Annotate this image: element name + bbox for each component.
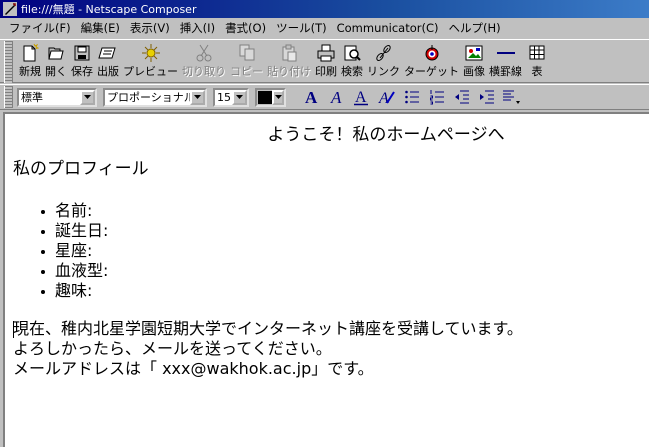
svg-text:A: A [355,89,367,106]
composer-app-icon[interactable] [3,2,17,16]
alignment-button[interactable] [500,86,524,108]
align-left-icon [503,90,520,104]
formatting-toolbar: 標準 プロポーショナル 15 A A A A [0,84,649,110]
clear-styles-icon: A [378,90,395,106]
horizontal-rule-button[interactable]: 横罫線 [487,40,524,82]
menu-insert[interactable]: 挿入(I) [175,19,220,37]
toolbar-grip[interactable] [4,41,13,83]
publish-icon [98,43,118,63]
preview-button[interactable]: プレビュー [121,40,180,82]
bullet-list-button[interactable] [400,86,424,108]
new-button[interactable]: 新規 [17,40,43,82]
menu-bar: ファイル(F) 編集(E) 表示(V) 挿入(I) 書式(O) ツール(T) C… [0,18,649,38]
find-button[interactable]: 検索 [339,40,365,82]
paragraph-line[interactable]: 現在、稚内北星学園短期大学でインターネット講座を受講しています。 [13,319,523,339]
menu-edit[interactable]: 編集(E) [76,19,125,37]
publish-button[interactable]: 出版 [95,40,121,82]
menu-communicator[interactable]: Communicator(C) [332,19,444,37]
table-icon [527,43,547,63]
bold-button[interactable]: A [300,86,324,108]
list-item[interactable]: 名前: [41,201,108,221]
paste-icon [279,43,299,63]
font-size-select[interactable]: 15 [213,87,249,107]
list-item[interactable]: 星座: [41,241,108,261]
cut-button[interactable]: 切り取り [180,40,228,82]
horizontal-rule-icon [496,43,516,63]
svg-text:A: A [330,88,342,106]
open-icon [46,43,66,63]
link-button[interactable]: リンク [365,40,402,82]
title-bar[interactable]: file:///無題 - Netscape Composer [0,0,649,18]
save-button[interactable]: 保存 [69,40,95,82]
text-color-picker[interactable] [255,87,286,107]
copy-button[interactable]: コピー [228,40,265,82]
outdent-icon [455,90,469,104]
image-icon [464,43,484,63]
save-icon [72,43,92,63]
bold-icon: A [305,88,318,106]
font-select[interactable]: プロポーショナル [103,87,207,107]
preview-icon [141,43,161,63]
profile-list[interactable]: 名前: 誕生日: 星座: 血液型: 趣味: [41,201,108,301]
text-caret [13,321,14,338]
target-button[interactable]: ターゲット [402,40,461,82]
copy-icon [237,43,257,63]
clear-styles-button[interactable]: A [375,86,399,108]
list-item[interactable]: 誕生日: [41,221,108,241]
decrease-indent-button[interactable] [450,86,474,108]
paragraph-style-select[interactable]: 標準 [17,87,97,107]
find-icon [342,43,362,63]
menu-help[interactable]: ヘルプ(H) [443,19,505,37]
menu-file[interactable]: ファイル(F) [4,19,76,37]
text-color-swatch [258,90,272,104]
link-icon [374,43,394,63]
paragraph-line[interactable]: よろしかったら、メールを送ってください。 [13,339,523,359]
welcome-heading[interactable]: ようこそ！私のホームページへ [5,120,649,145]
image-button[interactable]: 画像 [461,40,487,82]
target-icon [422,43,442,63]
window-title: file:///無題 - Netscape Composer [21,3,197,16]
bullet-list-icon [405,90,419,104]
chevron-down-icon[interactable] [190,89,205,105]
menu-tools[interactable]: ツール(T) [271,19,332,37]
chevron-down-icon[interactable] [80,89,95,105]
chevron-down-icon[interactable] [232,89,247,105]
print-button[interactable]: 印刷 [313,40,339,82]
editor-canvas[interactable]: ようこそ！私のホームページへ 私のプロフィール 名前: 誕生日: 星座: 血液型… [3,112,649,447]
composition-toolbar: 新規 開く 保存 出版 プレビュー 切り取り コピー 貼り付け 印刷 検索 リン… [0,39,649,83]
table-button[interactable]: 表 [524,40,550,82]
paragraph-style-value: 標準 [21,91,43,104]
indent-icon [480,90,494,104]
svg-text:A: A [305,88,318,106]
profile-heading[interactable]: 私のプロフィール [13,154,149,179]
italic-button[interactable]: A [325,86,349,108]
font-size-value: 15 [217,90,231,104]
intro-paragraph[interactable]: 現在、稚内北星学園短期大学でインターネット講座を受講しています。 よろしかったら… [13,319,523,379]
numbered-list-button[interactable] [425,86,449,108]
menu-view[interactable]: 表示(V) [125,19,175,37]
open-button[interactable]: 開く [43,40,69,82]
underline-button[interactable]: A [350,86,374,108]
new-page-icon [20,43,40,63]
chevron-down-icon[interactable] [272,89,284,105]
format-toolbar-grip[interactable] [4,86,13,108]
paragraph-line[interactable]: メールアドレスは「 xxx@wakhok.ac.jp」です。 [13,359,523,379]
paste-button[interactable]: 貼り付け [265,40,313,82]
italic-icon: A [330,88,342,106]
increase-indent-button[interactable] [475,86,499,108]
font-value: プロポーショナル [107,91,195,104]
list-item[interactable]: 趣味: [41,281,108,301]
list-item[interactable]: 血液型: [41,261,108,281]
underline-icon: A [354,89,368,106]
numbered-list-icon [430,90,444,105]
menu-format[interactable]: 書式(O) [220,19,271,37]
print-icon [316,43,336,63]
cut-icon [194,43,214,63]
svg-text:A: A [378,90,389,106]
